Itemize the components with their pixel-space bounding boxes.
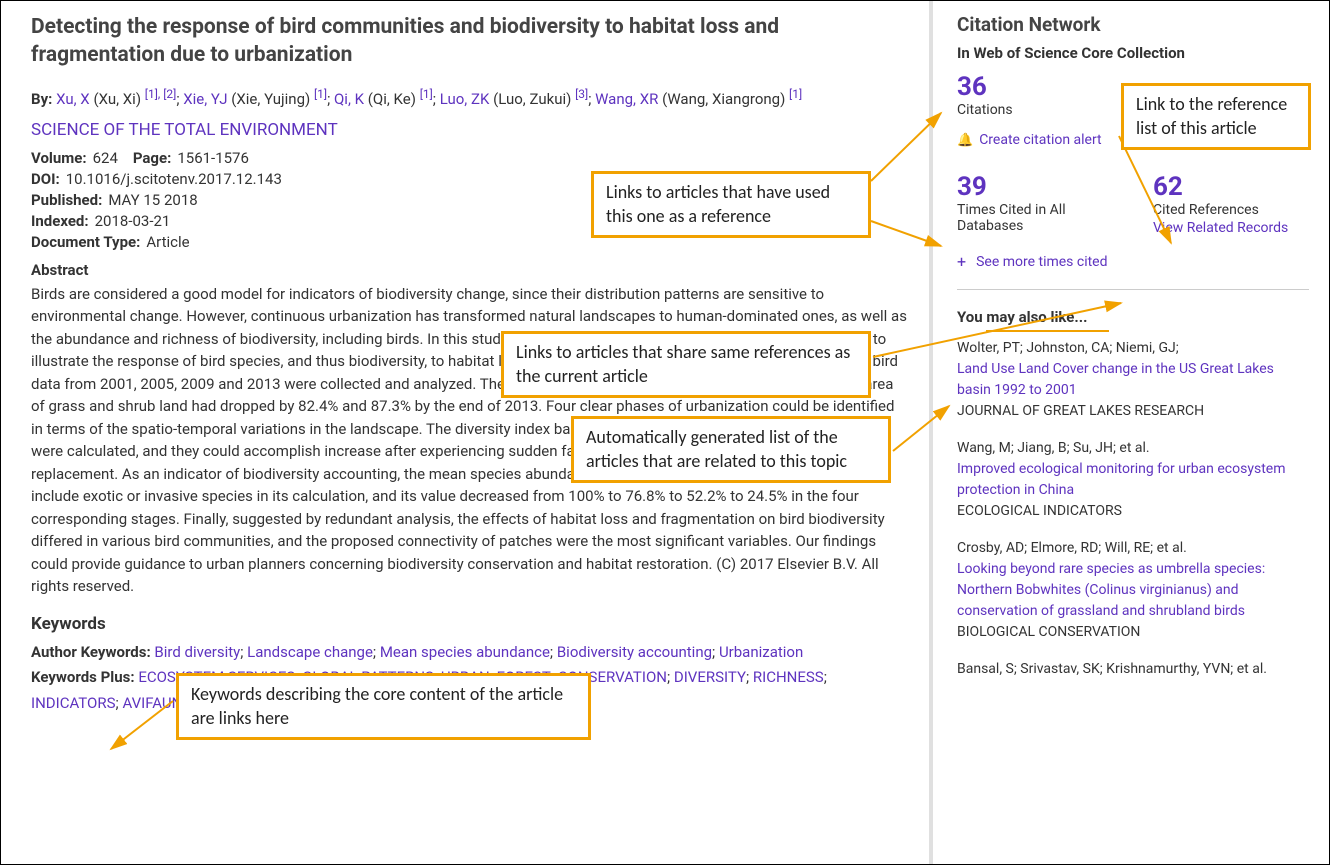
author-link[interactable]: Xie, YJ — [183, 90, 227, 108]
rec-authors: Wang, M; Jiang, B; Su, JH; et al. — [957, 438, 1309, 459]
rec-authors: Bansal, S; Srivastav, SK; Krishnamurthy,… — [957, 659, 1309, 680]
rec-title-link[interactable]: Improved ecological monitoring for urban… — [957, 459, 1309, 501]
keyword-link[interactable]: Biodiversity accounting — [557, 643, 712, 661]
author-link[interactable]: Luo, ZK — [440, 90, 490, 108]
recommendation-item: Wolter, PT; Johnston, CA; Niemi, GJ;Land… — [957, 338, 1309, 422]
author-link[interactable]: Wang, XR — [595, 90, 658, 108]
keyword-link[interactable]: Landscape change — [247, 643, 373, 661]
byline: By: Xu, X (Xu, Xi) [1], [2]; Xie, YJ (Xi… — [31, 82, 909, 114]
keyword-link[interactable]: Mean species abundance — [380, 643, 550, 661]
author-link[interactable]: Qi, K — [334, 90, 364, 108]
keyword-plus-link[interactable]: DIVERSITY — [674, 668, 746, 686]
recommendation-item: Crosby, AD; Elmore, RD; Will, RE; et al.… — [957, 538, 1309, 643]
sidebar-sub: In Web of Science Core Collection — [957, 44, 1309, 62]
by-label: By: — [31, 90, 52, 108]
cited-references-link[interactable]: 62 Cited References — [1153, 174, 1309, 218]
times-cited-link[interactable]: 39 Times Cited in All Databases — [957, 174, 1113, 236]
keyword-plus-link[interactable]: INDICATORS — [31, 694, 116, 712]
author-link[interactable]: Xu, X — [56, 90, 90, 108]
recommendation-item: Wang, M; Jiang, B; Su, JH; et al.Improve… — [957, 438, 1309, 522]
keyword-link[interactable]: Urbanization — [719, 643, 803, 661]
affiliation-link[interactable]: [1], [2] — [145, 87, 177, 101]
affiliation-link[interactable]: [1] — [420, 87, 433, 101]
divider — [957, 289, 1309, 290]
abstract-heading: Abstract — [31, 261, 909, 279]
rec-journal: BIOLOGICAL CONSERVATION — [957, 622, 1309, 643]
callout-citations: Links to articles that have used this on… — [591, 171, 871, 238]
callout-keywords: Keywords describing the core content of … — [176, 673, 591, 740]
author-keywords: Author Keywords: Bird diversity; Landsca… — [31, 640, 909, 666]
callout-auto-related: Automatically generated list of the arti… — [571, 416, 891, 483]
rec-authors: Crosby, AD; Elmore, RD; Will, RE; et al. — [957, 538, 1309, 559]
recommendation-item: Bansal, S; Srivastav, SK; Krishnamurthy,… — [957, 659, 1309, 680]
affiliation-link[interactable]: [1] — [789, 87, 802, 101]
keyword-plus-link[interactable]: RICHNESS — [753, 668, 824, 686]
keywords-heading: Keywords — [31, 614, 909, 634]
rec-title-link[interactable]: Land Use Land Cover change in the US Gre… — [957, 359, 1309, 401]
journal-link[interactable]: SCIENCE OF THE TOTAL ENVIRONMENT — [31, 120, 338, 140]
bell-icon — [957, 132, 973, 148]
rec-title-link[interactable]: Looking beyond rare species as umbrella … — [957, 559, 1309, 622]
article-title: Detecting the response of bird communiti… — [31, 13, 909, 70]
rec-journal: ECOLOGICAL INDICATORS — [957, 501, 1309, 522]
volume-page: Volume:624 Page:1561-1576 — [31, 149, 909, 167]
callout-related-refs: Links to articles that share same refere… — [501, 331, 871, 398]
see-more-times-cited-link[interactable]: + See more times cited — [957, 252, 1309, 271]
rec-journal: JOURNAL OF GREAT LAKES RESEARCH — [957, 401, 1309, 422]
callout-reference-list: Link to the reference list of this artic… — [1121, 83, 1311, 150]
view-related-records-link[interactable]: View Related Records — [1153, 220, 1288, 236]
plus-icon: + — [957, 252, 966, 271]
affiliation-link[interactable]: [3] — [575, 87, 588, 101]
rec-authors: Wolter, PT; Johnston, CA; Niemi, GJ; — [957, 338, 1309, 359]
you-may-also-like-heading: You may also like... — [957, 308, 1309, 326]
affiliation-link[interactable]: [1] — [314, 87, 327, 101]
sidebar-heading: Citation Network — [957, 13, 1309, 36]
keyword-link[interactable]: Bird diversity — [154, 643, 240, 661]
